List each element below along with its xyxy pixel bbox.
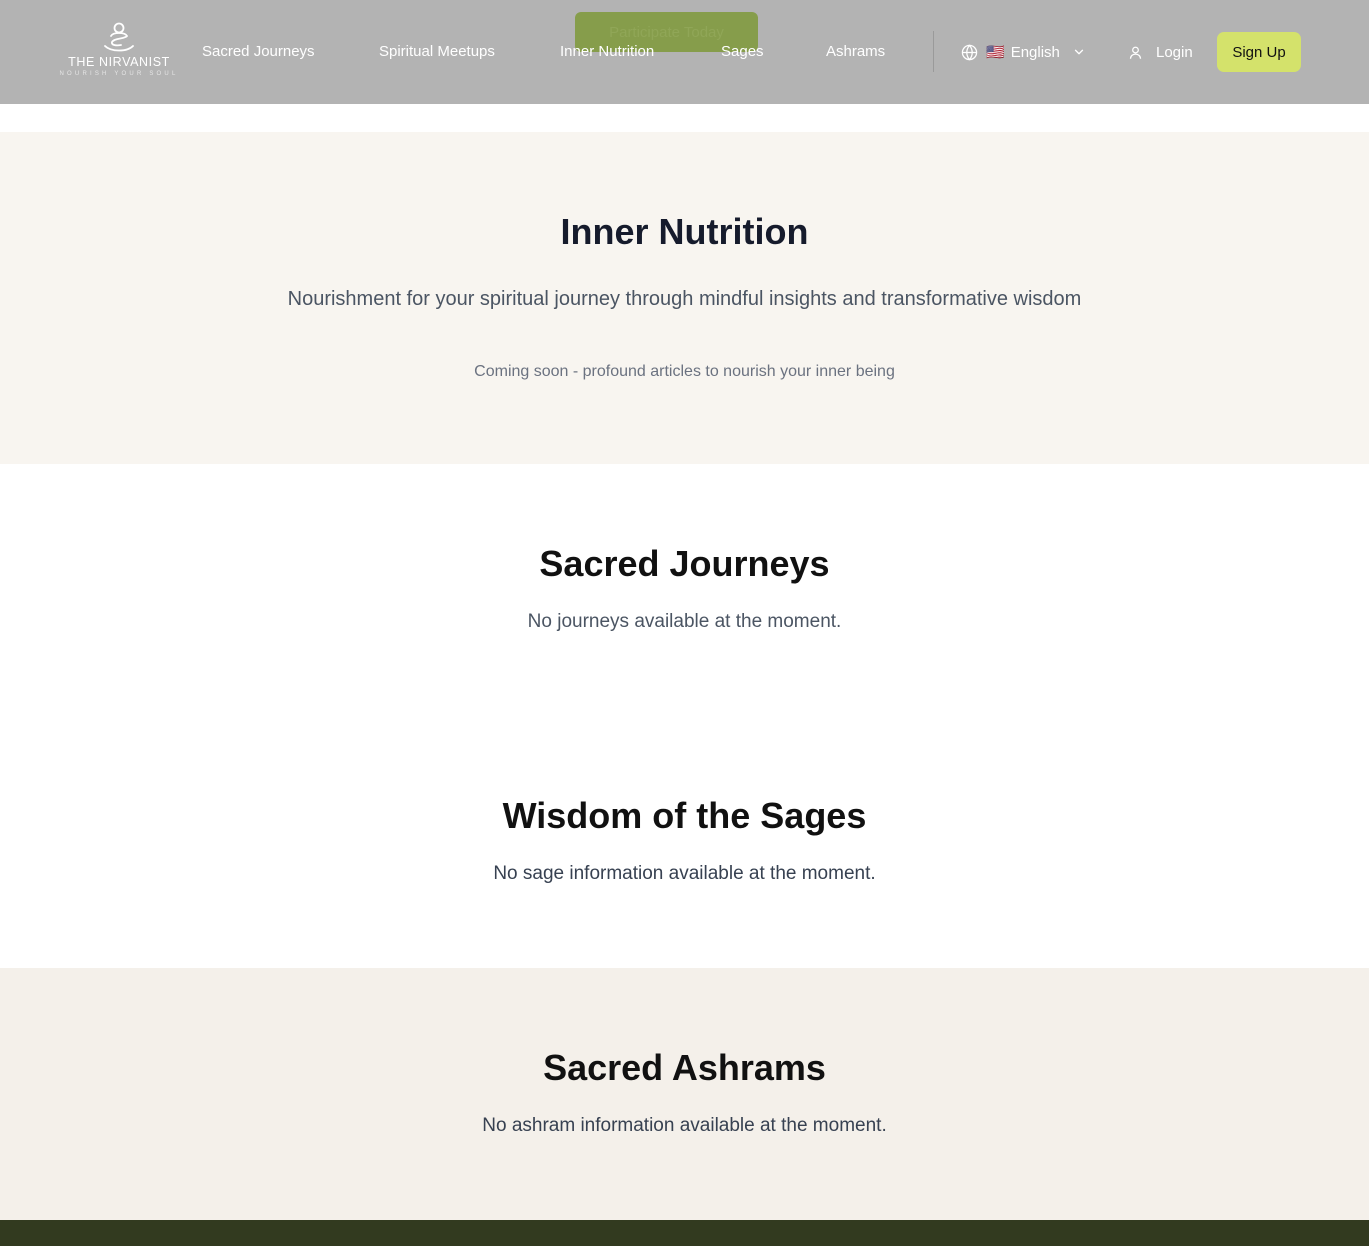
inner-nutrition-section: Inner Nutrition Nourishment for your spi… <box>0 132 1369 464</box>
sages-title: Wisdom of the Sages <box>502 795 867 836</box>
sacred-journeys-empty-message: No journeys available at the moment. <box>527 611 842 632</box>
nav-divider <box>933 31 934 72</box>
chevron-down-icon <box>1072 45 1086 59</box>
site-logo[interactable]: THE NIRVANIST NOURISH YOUR SOUL <box>60 22 178 82</box>
site-header: Participate Today THE NIRVANIST NOURISH … <box>0 0 1369 104</box>
logo-tagline: NOURISH YOUR SOUL <box>59 71 179 77</box>
sacred-journeys-title: Sacred Journeys <box>539 543 830 584</box>
inner-nutrition-subtitle: Nourishment for your spiritual journey t… <box>287 288 1082 310</box>
us-flag-icon: 🇺🇸 <box>986 44 1005 61</box>
site-footer <box>0 1220 1369 1246</box>
signup-button[interactable]: Sign Up <box>1217 32 1301 72</box>
sages-empty-message: No sage information available at the mom… <box>493 863 876 884</box>
user-icon <box>1128 45 1143 60</box>
nav-link-sages[interactable]: Sages <box>721 42 764 62</box>
language-selector[interactable]: 🇺🇸 English <box>961 40 1086 64</box>
inner-nutrition-title: Inner Nutrition <box>560 211 809 252</box>
inner-nutrition-coming-soon: Coming soon - profound articles to nouri… <box>474 363 895 380</box>
login-label: Login <box>1156 43 1193 61</box>
ashrams-title: Sacred Ashrams <box>543 1047 826 1088</box>
meditation-figure-icon <box>104 22 134 52</box>
nav-link-inner-nutrition[interactable]: Inner Nutrition <box>560 42 654 62</box>
sages-section: Wisdom of the Sages No sage information … <box>0 716 1369 968</box>
ashrams-empty-message: No ashram information available at the m… <box>482 1115 887 1136</box>
globe-icon <box>961 43 978 61</box>
language-label: English <box>1010 43 1060 61</box>
nav-link-spiritual-meetups[interactable]: Spiritual Meetups <box>379 42 495 62</box>
nav-link-ashrams[interactable]: Ashrams <box>826 42 885 62</box>
logo-title: THE NIRVANIST <box>68 55 170 69</box>
nav-link-sacred-journeys[interactable]: Sacred Journeys <box>202 42 315 62</box>
sacred-journeys-section: Sacred Journeys No journeys available at… <box>0 464 1369 716</box>
login-link[interactable]: Login <box>1128 40 1193 64</box>
ashrams-section: Sacred Ashrams No ashram information ava… <box>0 968 1369 1220</box>
